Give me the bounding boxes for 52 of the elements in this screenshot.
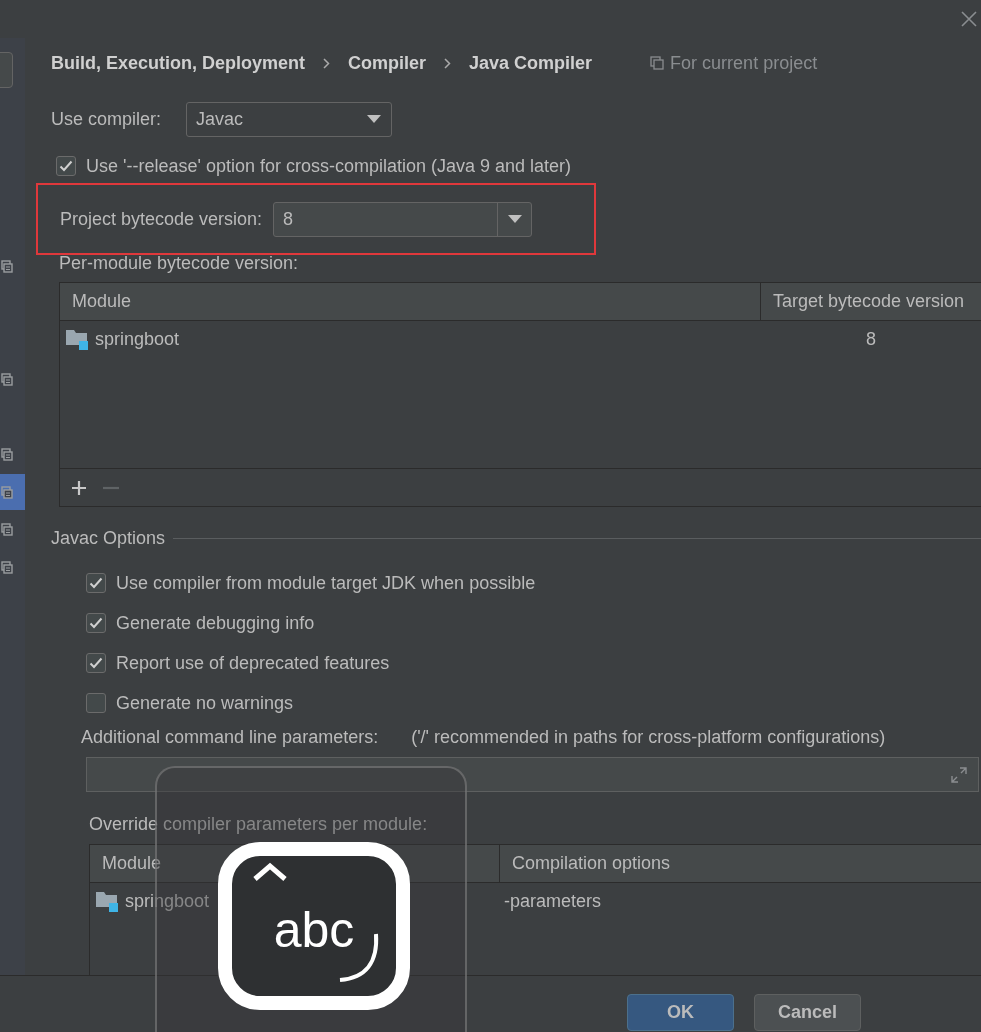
column-header: Module	[72, 291, 132, 312]
chevron-right-icon	[323, 57, 331, 69]
dropdown-caret-icon	[507, 215, 522, 223]
module-folder-icon	[66, 328, 89, 350]
caret-icon	[252, 862, 288, 882]
copy-icon	[650, 56, 665, 70]
close-icon[interactable]	[959, 9, 979, 29]
checkbox[interactable]	[86, 693, 106, 713]
column-header: Target bytecode version	[773, 291, 965, 312]
field-label: Additional command line parameters:	[81, 726, 379, 748]
remove-icon[interactable]	[102, 485, 120, 490]
dropdown-caret-icon	[367, 115, 382, 123]
section-label: Per-module bytecode version:	[59, 252, 299, 274]
ok-button[interactable]: OK	[627, 993, 734, 1031]
field-label: Project bytecode version:	[60, 208, 263, 230]
section-title: Javac Options	[51, 527, 166, 549]
checkmark-icon	[89, 617, 103, 629]
checkmark-icon	[89, 657, 103, 669]
checkbox-label: Use '--release' option for cross-compilation (Java 9 and later)	[86, 155, 572, 177]
expand-icon[interactable]	[950, 765, 968, 784]
section-label: Override compiler parameters per module:	[89, 813, 428, 835]
sidebar-item[interactable]	[0, 474, 25, 510]
checkmark-icon	[89, 577, 103, 589]
table-cell-text: 8	[865, 328, 877, 350]
column-header: Compilation options	[512, 853, 671, 874]
cancel-button[interactable]: Cancel	[754, 993, 861, 1031]
chevron-right-icon	[444, 57, 452, 69]
bytecode-dropdown[interactable]: 8	[273, 201, 533, 237]
scope-label: For current project	[670, 52, 818, 74]
checkbox[interactable]	[56, 156, 76, 176]
settings-page-icon	[1, 485, 13, 499]
checkbox-label: Generate no warnings	[116, 692, 294, 714]
hint-text: ('/' recommended in paths for cross-platform configurations)	[411, 726, 886, 748]
input-field[interactable]	[86, 757, 979, 792]
table-cell: springboot	[60, 328, 760, 350]
checkbox[interactable]	[86, 653, 106, 673]
column-header: Module	[102, 853, 162, 874]
breadcrumb-item: Java Compiler	[469, 52, 593, 74]
add-icon[interactable]	[70, 478, 88, 497]
checkbox[interactable]	[86, 613, 106, 633]
checkbox-label: Generate debugging info	[116, 612, 315, 634]
input-mode-text: abc	[273, 901, 355, 959]
breadcrumb-item: Build, Execution, Deployment	[51, 52, 306, 74]
checkbox-label: Report use of deprecated features	[116, 652, 390, 674]
checkbox[interactable]	[86, 573, 106, 593]
module-folder-icon	[96, 890, 119, 912]
compiler-dropdown[interactable]: Javac	[186, 101, 393, 137]
table-cell-text: -parameters	[503, 890, 603, 912]
checkbox-label: Use compiler from module target JDK when possible	[116, 572, 536, 594]
field-label: Use compiler:	[51, 108, 162, 130]
breadcrumb-item: Compiler	[348, 52, 427, 74]
checkmark-icon	[59, 160, 73, 172]
